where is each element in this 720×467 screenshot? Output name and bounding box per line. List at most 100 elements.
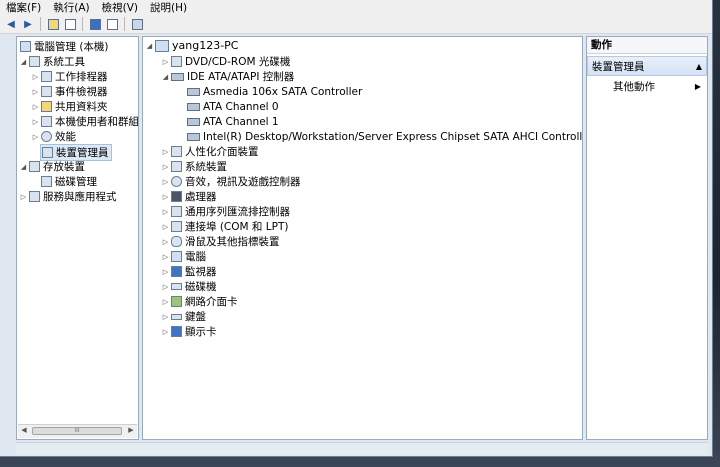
expand-arrow-icon[interactable]: ▷: [161, 328, 170, 336]
tree-item-label: 系統工具: [43, 56, 85, 68]
tree-item-label: 磁碟管理: [55, 176, 97, 188]
expand-arrow-icon[interactable]: ▷: [31, 103, 40, 111]
expand-arrow-icon[interactable]: ▷: [161, 298, 170, 306]
show-hide-tree-icon[interactable]: [63, 17, 77, 31]
expand-arrow-icon[interactable]: ▷: [161, 313, 170, 321]
device-category-label: IDE ATA/ATAPI 控制器: [187, 71, 295, 83]
device-category-sound[interactable]: ▷ 音效，視訊及遊戲控制器: [161, 174, 301, 189]
tree-item-event-viewer[interactable]: ▷ 事件檢視器: [31, 84, 108, 99]
collapse-arrow-icon[interactable]: ◢: [19, 58, 28, 66]
expand-arrow-icon[interactable]: ▷: [31, 133, 40, 141]
menu-view[interactable]: 檢視(V): [96, 1, 144, 15]
event-viewer-icon: [41, 86, 52, 97]
device-category-disk-drives[interactable]: ▷ 磁碟機: [161, 279, 217, 294]
device-category-label: 系統裝置: [185, 161, 227, 173]
device-category-display[interactable]: ▷ 顯示卡: [161, 324, 217, 339]
tree-item-root[interactable]: 電腦管理 (本機): [19, 39, 109, 54]
device-category-usb[interactable]: ▷ 通用序列匯流排控制器: [161, 204, 290, 219]
hid-icon: [171, 146, 182, 157]
controller-icon: [187, 116, 200, 127]
menu-file[interactable]: 檔案(F): [0, 1, 47, 15]
scan-hardware-icon[interactable]: [130, 17, 144, 31]
expand-arrow-icon[interactable]: ▷: [161, 253, 170, 261]
tree-item-label: 裝置管理員: [56, 147, 109, 159]
device-category-dvd[interactable]: ▷ DVD/CD-ROM 光碟機: [161, 54, 290, 69]
tree-item-local-users[interactable]: ▷ 本機使用者和群組: [31, 114, 138, 129]
actions-header: 動作: [587, 37, 707, 54]
device-category-monitors[interactable]: ▷ 監視器: [161, 264, 217, 279]
expand-arrow-icon[interactable]: ▷: [161, 268, 170, 276]
tree-item-storage[interactable]: ◢ 存放裝置: [19, 159, 85, 174]
expand-arrow-icon[interactable]: ▷: [161, 163, 170, 171]
device-category-label: 鍵盤: [185, 311, 206, 323]
back-icon[interactable]: ◀: [4, 17, 18, 31]
collapse-up-icon[interactable]: ▲: [696, 62, 702, 71]
device-intel-ahci-controller[interactable]: Intel(R) Desktop/Workstation/Server Expr…: [186, 129, 582, 144]
expand-arrow-icon[interactable]: ▷: [161, 208, 170, 216]
expand-arrow-icon[interactable]: ▷: [161, 283, 170, 291]
controller-icon: [187, 86, 200, 97]
device-category-label: 連接埠 (COM 和 LPT): [185, 221, 289, 233]
tree-item-shared-folders[interactable]: ▷ 共用資料夾: [31, 99, 108, 114]
device-category-ports[interactable]: ▷ 連接埠 (COM 和 LPT): [161, 219, 288, 234]
device-category-system[interactable]: ▷ 系統裝置: [161, 159, 227, 174]
collapse-arrow-icon[interactable]: ◢: [19, 163, 28, 171]
device-category-label: 電腦: [185, 251, 206, 263]
expand-arrow-icon[interactable]: ▷: [31, 73, 40, 81]
horizontal-scrollbar[interactable]: ◀ III ▶: [18, 424, 137, 438]
menu-help[interactable]: 說明(H): [144, 1, 193, 15]
expand-arrow-icon[interactable]: ▷: [161, 58, 170, 66]
device-root[interactable]: ◢ yang123-PC: [145, 38, 239, 53]
speaker-icon: [171, 176, 182, 187]
tree-item-system-tools[interactable]: ◢ 系統工具: [19, 54, 85, 69]
storage-icon: [29, 161, 40, 172]
scroll-right-icon[interactable]: ▶: [126, 426, 136, 436]
shared-folder-icon: [41, 101, 52, 112]
expand-arrow-icon[interactable]: ▷: [161, 178, 170, 186]
scroll-left-icon[interactable]: ◀: [19, 426, 29, 436]
device-category-mice[interactable]: ▷ 滑鼠及其他指標裝置: [161, 234, 280, 249]
expand-arrow-icon[interactable]: ▷: [31, 118, 40, 126]
expand-arrow-icon[interactable]: ▷: [161, 148, 170, 156]
tree-item-label: 共用資料夾: [55, 101, 108, 113]
collapse-arrow-icon[interactable]: ◢: [161, 73, 170, 81]
device-category-computer[interactable]: ▷ 電腦: [161, 249, 206, 264]
expand-arrow-icon[interactable]: ▷: [161, 193, 170, 201]
device-category-ide[interactable]: ◢ IDE ATA/ATAPI 控制器: [161, 69, 294, 84]
device-category-keyboards[interactable]: ▷ 鍵盤: [161, 309, 206, 324]
tree-item-task-scheduler[interactable]: ▷ 工作排程器: [31, 69, 108, 84]
properties-icon[interactable]: [105, 17, 119, 31]
device-category-label: 人性化介面裝置: [185, 146, 259, 158]
device-category-label: 網路介面卡: [185, 296, 238, 308]
usb-icon: [171, 206, 182, 217]
computer-icon: [171, 251, 182, 262]
actions-section-device-manager[interactable]: 裝置管理員 ▲: [587, 56, 707, 76]
tree-item-performance[interactable]: ▷ 效能: [31, 129, 76, 144]
scrollbar-thumb[interactable]: III: [32, 427, 122, 435]
device-category-label: 滑鼠及其他指標裝置: [185, 236, 280, 248]
device-root-label: yang123-PC: [172, 39, 239, 52]
expand-arrow-icon[interactable]: ▷: [161, 238, 170, 246]
performance-icon: [41, 131, 52, 142]
expand-arrow-icon[interactable]: ▷: [31, 88, 40, 96]
device-category-hid[interactable]: ▷ 人性化介面裝置: [161, 144, 259, 159]
tree-item-disk-management[interactable]: 磁碟管理: [40, 174, 97, 189]
forward-icon[interactable]: ▶: [21, 17, 35, 31]
device-category-network[interactable]: ▷ 網路介面卡: [161, 294, 238, 309]
expand-arrow-icon[interactable]: ▷: [161, 223, 170, 231]
device-label: ATA Channel 0: [203, 100, 279, 113]
up-folder-icon[interactable]: [46, 17, 60, 31]
status-bar: [16, 442, 708, 455]
collapse-arrow-icon[interactable]: ◢: [145, 42, 154, 50]
tree-item-services-apps[interactable]: ▷ 服務與應用程式: [19, 189, 117, 204]
device-manager-icon: [42, 147, 53, 158]
device-category-processors[interactable]: ▷ 處理器: [161, 189, 217, 204]
more-actions-item[interactable]: 其他動作 ▶: [587, 78, 707, 94]
dvd-drive-icon: [171, 56, 182, 67]
expand-arrow-icon[interactable]: ▷: [19, 193, 28, 201]
device-asmedia-controller[interactable]: Asmedia 106x SATA Controller: [186, 84, 362, 99]
device-ata-channel-1[interactable]: ATA Channel 1: [186, 114, 279, 129]
menu-action[interactable]: 執行(A): [47, 1, 95, 15]
help-icon[interactable]: [88, 17, 102, 31]
device-ata-channel-0[interactable]: ATA Channel 0: [186, 99, 279, 114]
